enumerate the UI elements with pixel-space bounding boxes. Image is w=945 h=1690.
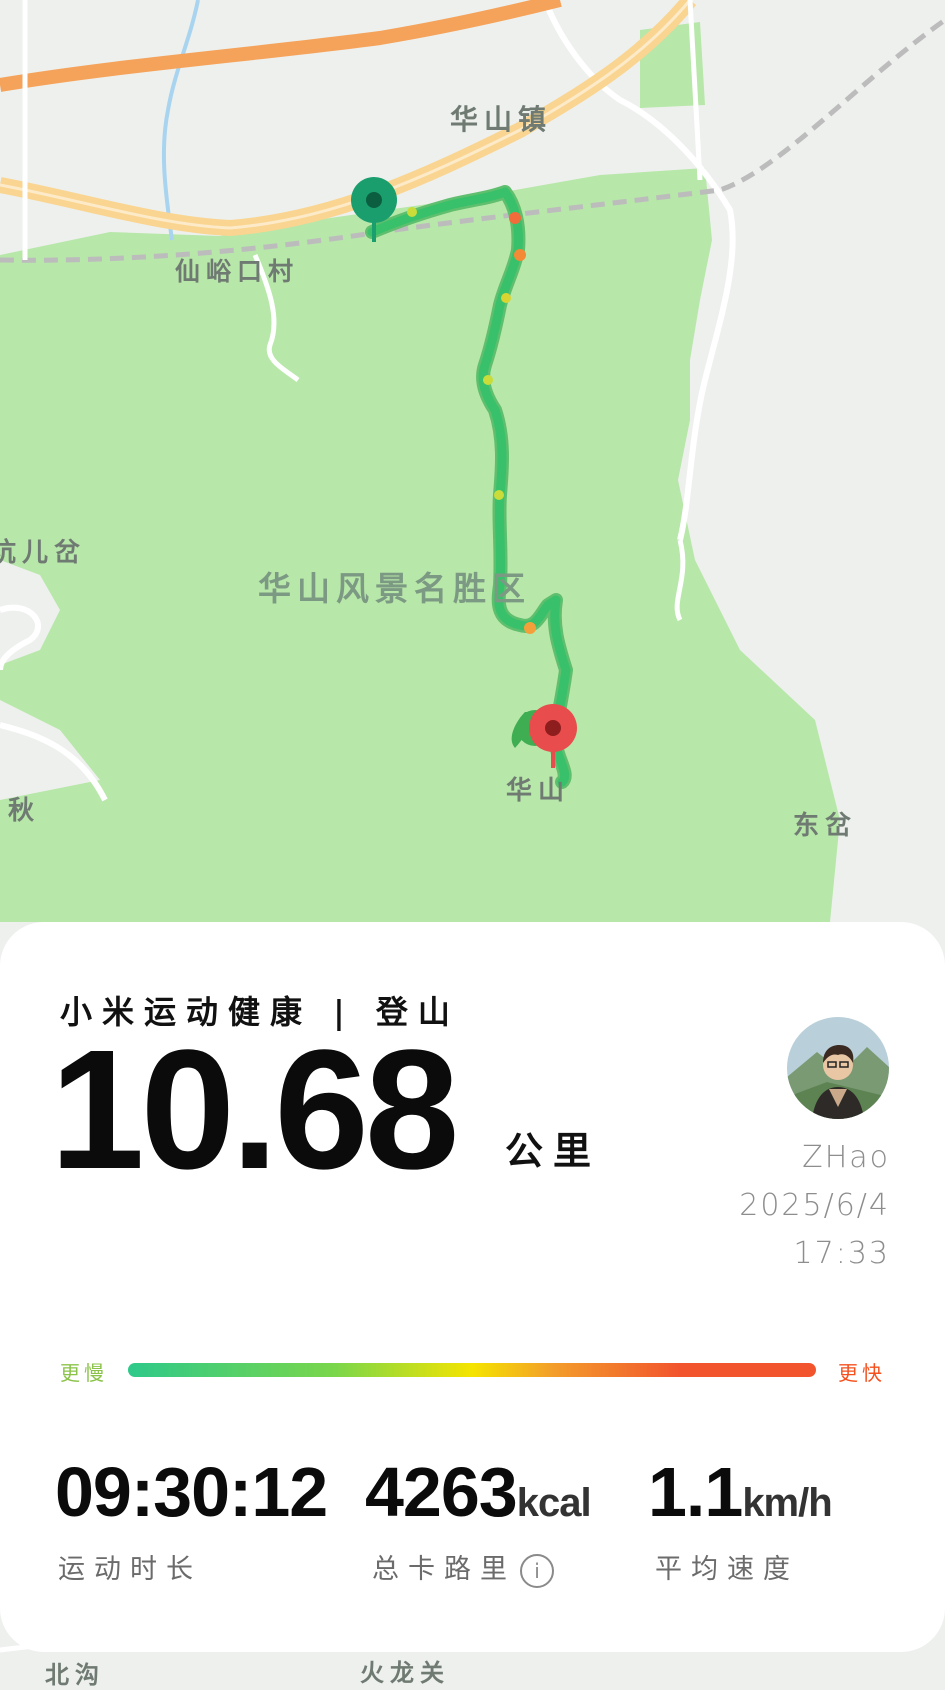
distance-unit: 公里 [505,1128,602,1173]
map-label-bottom-left: 北沟 [45,1660,105,1689]
pace-legend-slow: 更慢 [60,1361,108,1385]
duration-stat-label: 运动时长 [58,1554,202,1585]
pace-gradient-bar [128,1363,816,1377]
speed-value: 1.1 [648,1453,743,1531]
speed-stat-value: 1.1km/h [648,1452,833,1532]
map-label-scenic-area: 华山风景名胜区 [258,569,531,608]
pace-highlight [509,212,521,224]
map-label-town: 华山镇 [450,103,553,136]
user-avatar[interactable] [787,1017,889,1119]
speed-stat-label: 平均速度 [655,1554,799,1585]
map-label-east: 东岔 [793,811,858,841]
map-label-bottom-mid: 火龙关 [360,1658,450,1687]
workout-time: 17:33 [793,1236,890,1271]
map-label-west-mid: 秋 [8,796,41,826]
pace-highlight [494,490,504,500]
speed-unit: km/h [742,1481,832,1525]
pace-highlight [483,375,493,385]
calories-stat-label: 总卡路里 i [372,1547,554,1588]
avatar-image [787,1017,889,1119]
pace-highlight [501,293,511,303]
pace-highlight [407,207,417,217]
map-label-peak: 华山 [506,776,571,806]
info-icon[interactable]: i [520,1553,554,1588]
map-label-village: 仙峪口村 [175,257,300,286]
distance-value: 10.68 [50,1015,459,1205]
duration-value: 09:30:12 [55,1453,328,1531]
workout-summary-card: 小米运动健康 | 登山 10.68 公里 ZHao 2025/6/4 17:33… [0,922,945,1652]
calories-stat-value: 4263kcal [365,1452,592,1532]
pace-highlight [524,622,536,634]
pace-legend-fast: 更快 [838,1361,886,1385]
user-name: ZHao [802,1140,890,1175]
duration-stat-value: 09:30:12 [55,1452,328,1532]
map-label-west-top: 坑儿岔 [0,538,87,568]
calories-unit: kcal [516,1481,592,1525]
calories-label: 总卡路里 [372,1554,516,1585]
workout-date: 2025/6/4 [739,1188,890,1223]
pace-highlight [514,249,526,261]
calories-value: 4263 [365,1453,518,1531]
